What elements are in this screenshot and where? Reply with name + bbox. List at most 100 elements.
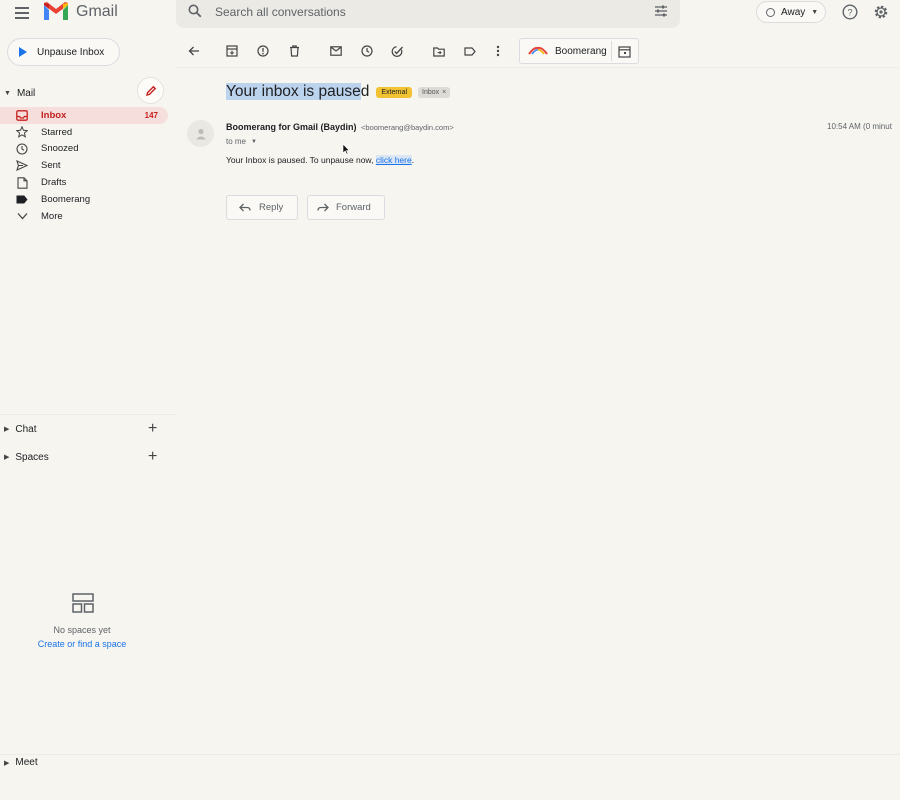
sidebar-item-inbox[interactable]: Inbox 147 xyxy=(0,107,168,124)
unpause-inbox-label: Unpause Inbox xyxy=(37,46,105,58)
caret-right-icon: ▶ xyxy=(4,426,10,433)
more-vertical-icon[interactable] xyxy=(490,43,506,59)
gmail-m-icon xyxy=(44,2,68,20)
boomerang-button[interactable]: Boomerang xyxy=(519,38,639,64)
message-toolbar: Boomerang xyxy=(176,37,900,65)
external-badge: External xyxy=(376,86,413,98)
snooze-clock-icon[interactable] xyxy=(359,43,375,59)
back-arrow-icon[interactable] xyxy=(186,43,202,59)
sender-email: <boomerang@baydin.com> xyxy=(361,123,454,132)
subject-row: Your inbox is paused External Inbox × xyxy=(226,81,451,103)
reply-button[interactable]: Reply xyxy=(226,195,298,220)
mouse-cursor-icon xyxy=(342,143,350,155)
no-spaces-text: No spaces yet xyxy=(53,625,111,635)
play-icon xyxy=(19,47,27,57)
unpause-inbox-button[interactable]: Unpause Inbox xyxy=(7,38,120,66)
draft-icon xyxy=(15,176,29,189)
meet-section-header[interactable]: ▶ Meet xyxy=(0,754,900,770)
spaces-grid-icon xyxy=(72,593,94,613)
sidebar-item-boomerang[interactable]: Boomerang xyxy=(0,191,168,208)
gmail-wordmark: Gmail xyxy=(76,3,118,20)
subject-remaining-text: d xyxy=(360,83,370,100)
caret-down-icon: ▼ xyxy=(811,8,819,16)
forward-arrow-icon xyxy=(317,203,329,212)
archive-icon[interactable] xyxy=(224,43,240,59)
mail-section-label: Mail xyxy=(16,87,36,99)
compose-button[interactable] xyxy=(137,77,164,104)
button-separator xyxy=(611,41,612,61)
create-space-link[interactable]: Create or find a space xyxy=(0,639,164,649)
caret-right-icon: ▶ xyxy=(4,454,10,461)
unread-count: 147 xyxy=(144,110,158,120)
move-to-icon[interactable] xyxy=(431,43,447,59)
send-icon xyxy=(15,160,29,172)
search-input[interactable]: Search all conversations xyxy=(215,5,346,19)
inbox-label-chip[interactable]: Inbox × xyxy=(418,86,451,98)
sidebar-item-label: Boomerang xyxy=(41,193,91,205)
sender-name[interactable]: Boomerang for Gmail (Baydin) xyxy=(226,122,357,132)
inbox-icon xyxy=(15,110,29,121)
forward-label: Forward xyxy=(336,202,371,213)
gear-icon[interactable] xyxy=(873,4,889,20)
sidebar: Unpause Inbox ▼ Mail Inbox 147 Starred S… xyxy=(0,30,176,800)
help-icon[interactable]: ? xyxy=(842,4,858,20)
search-bar[interactable]: Search all conversations xyxy=(176,0,680,28)
caret-right-icon: ▶ xyxy=(4,759,10,767)
search-options-icon[interactable] xyxy=(654,4,668,18)
caret-down-icon[interactable]: ▼ xyxy=(251,139,257,145)
status-label: Away xyxy=(781,6,806,18)
search-icon[interactable] xyxy=(188,4,202,18)
person-icon xyxy=(195,128,206,139)
add-space-icon[interactable]: + xyxy=(148,449,157,465)
chat-section-header[interactable]: ▶ Chat + xyxy=(0,420,176,438)
body-end: . xyxy=(411,155,415,165)
empty-spaces-panel: No spaces yet Create or find a space xyxy=(0,593,164,649)
sidebar-item-more[interactable]: More xyxy=(0,208,168,225)
sidebar-item-label: Inbox xyxy=(41,109,67,121)
add-task-icon[interactable] xyxy=(389,43,405,59)
mark-unread-icon[interactable] xyxy=(328,43,344,59)
toolbar-divider xyxy=(176,67,900,68)
svg-text:?: ? xyxy=(847,8,852,18)
subject-selected-text: Your inbox is pause xyxy=(226,83,361,100)
sidebar-item-label: Snoozed xyxy=(41,143,79,155)
main-menu-icon[interactable] xyxy=(12,4,32,22)
status-dropdown[interactable]: Away ▼ xyxy=(756,1,826,23)
boomerang-label: Boomerang xyxy=(555,45,607,57)
report-spam-icon[interactable] xyxy=(255,43,271,59)
gmail-logo[interactable]: Gmail xyxy=(42,2,118,22)
clock-icon xyxy=(15,143,29,155)
remove-label-icon[interactable]: × xyxy=(442,89,446,96)
add-chat-icon[interactable]: + xyxy=(148,421,157,437)
email-subject: Your inbox is paused xyxy=(226,83,369,101)
sidebar-item-label: More xyxy=(41,210,63,222)
chevron-down-icon xyxy=(15,212,29,220)
chat-section-label: Chat xyxy=(15,423,37,435)
pencil-icon xyxy=(145,85,156,96)
spaces-section-header[interactable]: ▶ Spaces + xyxy=(0,448,176,466)
spaces-section-label: Spaces xyxy=(15,451,49,463)
meet-section-label: Meet xyxy=(15,757,38,768)
sidebar-item-snoozed[interactable]: Snoozed xyxy=(0,141,168,158)
delete-icon[interactable] xyxy=(286,43,302,59)
sidebar-item-sent[interactable]: Sent xyxy=(0,157,168,174)
top-bar: Gmail Search all conversations Away ▼ ? xyxy=(0,0,900,28)
sidebar-item-label: Sent xyxy=(41,160,61,172)
sidebar-item-label: Starred xyxy=(41,126,73,138)
calendar-icon[interactable] xyxy=(618,45,631,58)
boomerang-logo-icon xyxy=(528,46,548,55)
reply-label: Reply xyxy=(259,202,284,213)
unpause-link[interactable]: click here xyxy=(375,155,412,165)
forward-button[interactable]: Forward xyxy=(307,195,385,220)
status-circle-icon xyxy=(766,7,775,17)
reply-arrow-icon xyxy=(239,203,251,212)
sidebar-divider xyxy=(0,414,176,415)
sender-row: Boomerang for Gmail (Baydin) <boomerang@… xyxy=(226,122,454,132)
label-outline-icon[interactable] xyxy=(462,43,478,59)
sidebar-item-starred[interactable]: Starred xyxy=(0,124,168,141)
sidebar-item-label: Drafts xyxy=(41,177,67,189)
recipient-label: to me xyxy=(226,137,247,146)
star-icon xyxy=(15,126,29,139)
recipient-row[interactable]: to me ▼ xyxy=(226,137,257,146)
sidebar-item-drafts[interactable]: Drafts xyxy=(0,174,168,191)
